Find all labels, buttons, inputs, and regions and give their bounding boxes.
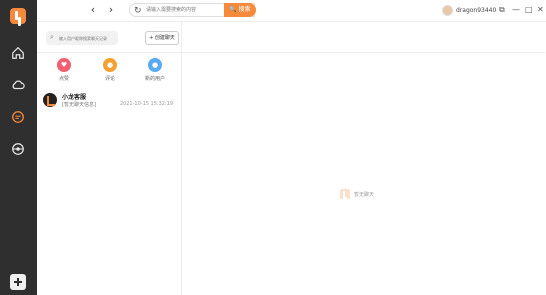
forward-button[interactable]: ›	[105, 4, 117, 16]
home-icon[interactable]	[10, 45, 26, 61]
chat-main-area: 暂无聊天	[182, 53, 546, 295]
back-button[interactable]: ‹	[87, 4, 99, 16]
quick-action-likes[interactable]: ♥ 点赞	[49, 58, 79, 82]
add-icon[interactable]	[10, 274, 26, 290]
create-chat-button[interactable]: + 创建聊天	[145, 31, 179, 45]
maximize-icon[interactable]: □	[525, 5, 533, 15]
chat-search: ⌕	[46, 31, 118, 45]
empty-state: 暂无聊天	[340, 189, 374, 199]
quick-action-new-users[interactable]: ● 新的用户	[140, 58, 170, 82]
quick-action-label: 点赞	[58, 76, 69, 82]
conversation-preview: [暂无聊天信息]	[62, 102, 96, 108]
chat-icon[interactable]	[10, 109, 26, 125]
app-window: ‹ › ↻ 🔍 搜索 dragon93440 ⧉ — □ ✕ ⌕ + 创建聊天 …	[0, 0, 546, 295]
search-button[interactable]: 🔍 搜索	[224, 3, 256, 17]
quick-action-comments[interactable]: ● 评论	[95, 58, 125, 82]
sidebar	[0, 0, 37, 295]
conversation-name: 小龙客服	[62, 94, 87, 101]
empty-logo-icon	[340, 189, 350, 199]
quick-action-label: 新的用户	[144, 76, 165, 82]
comment-icon: ●	[103, 58, 117, 72]
cloud-icon[interactable]	[10, 77, 26, 93]
minimize-icon[interactable]: —	[512, 5, 520, 15]
conversation-item[interactable]: 小龙客服 [暂无聊天信息] 2021-10-15 15:32:19	[43, 91, 177, 109]
avatar[interactable]	[442, 5, 453, 16]
app-logo	[10, 8, 26, 24]
heart-icon: ♥	[57, 58, 71, 72]
game-icon[interactable]	[10, 141, 26, 157]
empty-text: 暂无聊天	[354, 191, 375, 198]
conversation-time: 2021-10-15 15:32:19	[119, 101, 173, 107]
refresh-icon[interactable]: ↻	[134, 5, 142, 17]
restore-icon[interactable]: ⧉	[499, 5, 505, 15]
user-icon: ●	[148, 58, 162, 72]
close-icon[interactable]: ✕	[537, 5, 544, 15]
quick-action-label: 评论	[104, 76, 115, 82]
top-bar: ‹ › ↻ 🔍 搜索 dragon93440 ⧉ — □ ✕	[37, 0, 546, 22]
search-icon: ⌕	[50, 33, 54, 41]
username[interactable]: dragon93440	[456, 5, 496, 16]
chat-search-input[interactable]	[59, 32, 115, 44]
conversation-avatar	[43, 93, 57, 107]
chat-list-pane: ⌕ + 创建聊天 ♥ 点赞 ● 评论 ● 新的用户 小龙客服 [暂无聊天信息] …	[37, 22, 545, 295]
